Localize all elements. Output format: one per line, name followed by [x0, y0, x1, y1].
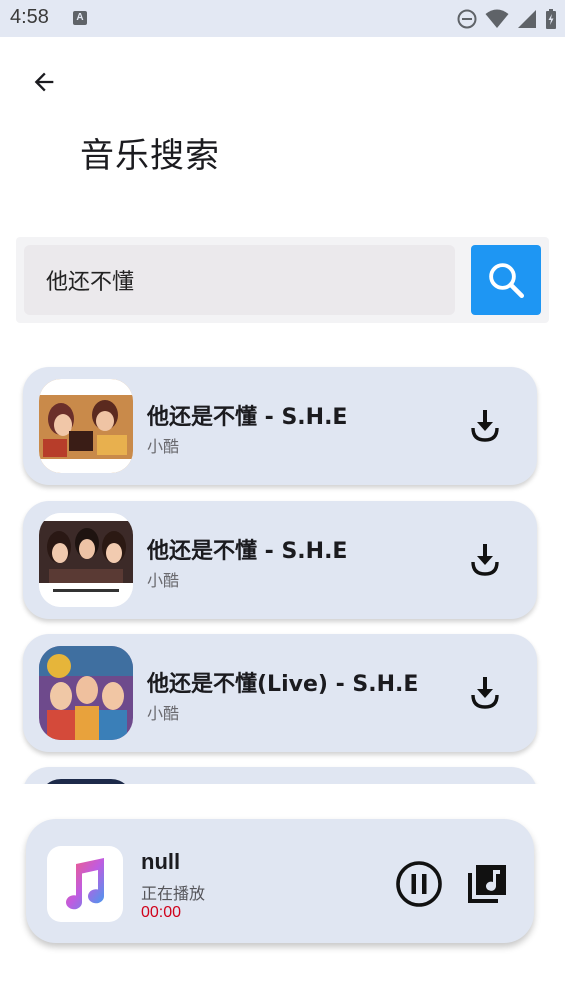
battery-icon [546, 9, 556, 29]
music-note-icon [66, 858, 105, 910]
search-button[interactable] [471, 245, 541, 315]
back-button[interactable] [26, 64, 62, 100]
a-keyboard-icon: A [73, 11, 87, 25]
pause-circle-icon [396, 861, 442, 907]
music-search-screen: 4:58 A 音乐搜索 他还不懂 他还是不懂 - S.H.E 小酷 他还是不懂 … [0, 0, 565, 1004]
page-title: 音乐搜索 [80, 136, 220, 176]
song-artist: 小酷 [147, 571, 180, 590]
player-time: 00:00 [141, 904, 182, 921]
download-icon [471, 410, 499, 442]
results-list[interactable]: 他还是不懂 - S.H.E 小酷 他还是不懂 - S.H.E 小酷 他还是不懂(… [0, 350, 565, 784]
search-panel: 他还不懂 [16, 237, 549, 323]
music-library-icon [468, 865, 506, 903]
search-input[interactable]: 他还不懂 [24, 245, 455, 315]
mini-player[interactable]: null 正在播放 00:00 [26, 819, 534, 943]
song-title: 他还是不懂 - S.H.E [147, 539, 348, 564]
status-icons [457, 8, 557, 30]
album-cover [39, 646, 133, 740]
list-item[interactable] [23, 767, 537, 784]
list-item[interactable]: 他还是不懂 - S.H.E 小酷 [23, 501, 537, 619]
search-icon [489, 263, 525, 299]
cell-signal-icon [518, 10, 536, 28]
pause-button[interactable] [395, 860, 443, 908]
download-icon [471, 544, 499, 576]
song-artist: 小酷 [147, 437, 180, 456]
do-not-disturb-icon [457, 9, 477, 29]
player-artwork [47, 846, 123, 922]
album-cover [39, 379, 133, 473]
music-library-button[interactable] [466, 863, 508, 905]
list-item[interactable]: 他还是不懂 - S.H.E 小酷 [23, 367, 537, 485]
status-time: 4:58 [10, 6, 49, 28]
album-cover [39, 779, 133, 784]
download-icon [471, 677, 499, 709]
player-track-title: null [141, 849, 181, 874]
download-button[interactable] [465, 405, 505, 447]
song-artist: 小酷 [147, 704, 180, 723]
player-status: 正在播放 [141, 884, 206, 903]
arrow-back-icon [34, 72, 54, 92]
song-title: 他还是不懂(Live) - S.H.E [147, 672, 419, 697]
song-title: 他还是不懂 - S.H.E [147, 405, 348, 430]
wifi-icon [485, 9, 509, 28]
status-bar: 4:58 A [0, 0, 565, 37]
download-button[interactable] [465, 539, 505, 581]
album-cover [39, 513, 133, 607]
list-item[interactable]: 他还是不懂(Live) - S.H.E 小酷 [23, 634, 537, 752]
download-button[interactable] [465, 672, 505, 714]
